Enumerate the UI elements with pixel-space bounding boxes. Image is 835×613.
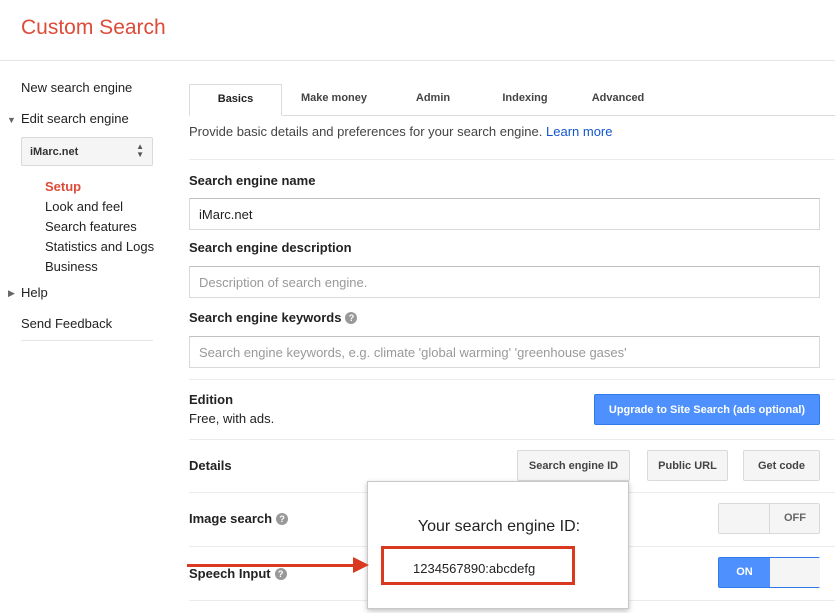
collapsed-triangle-icon[interactable]: ▶ [8,288,15,299]
search-engine-description-label: Search engine description [189,240,352,255]
tab-indexing[interactable]: Indexing [487,84,563,116]
sidebar-item-statistics[interactable]: Statistics and Logs [45,239,154,254]
sidebar-item-look-and-feel[interactable]: Look and feel [45,199,123,214]
edition-divider [189,439,835,440]
header-divider [0,60,835,61]
sidebar-item-setup[interactable]: Setup [45,179,81,194]
details-label: Details [189,458,232,473]
help-icon[interactable]: ? [276,513,289,525]
search-engine-keywords-input[interactable] [189,336,820,368]
learn-more-link[interactable]: Learn more [546,124,612,139]
search-engine-keywords-label: Search engine keywords [189,310,342,325]
search-engine-id-button[interactable]: Search engine ID [517,450,630,481]
expanded-triangle-icon[interactable]: ▼ [7,115,16,125]
sidebar-divider [21,340,153,341]
search-engine-keywords-heading: Search engine keywords? [189,310,358,325]
image-search-label: Image search [189,511,273,526]
toggle-state-label: ON [719,558,770,587]
send-feedback-link[interactable]: Send Feedback [21,316,112,331]
image-search-heading: Image search? [189,511,289,526]
help-link[interactable]: Help [21,285,48,300]
help-icon[interactable]: ? [345,312,358,324]
app-title: Custom Search [21,16,166,39]
tab-basics[interactable]: Basics [189,84,282,116]
tab-make-money[interactable]: Make money [288,84,380,116]
highlight-box [381,546,575,585]
image-search-toggle[interactable]: OFF [718,503,820,534]
site-select[interactable]: iMarc.net ▲ ▼ [21,137,153,166]
sidebar-item-business[interactable]: Business [45,259,98,274]
edit-search-engine-link[interactable]: Edit search engine [21,111,129,126]
tab-advanced[interactable]: Advanced [581,84,655,116]
intro-divider [189,159,835,160]
search-engine-description-input[interactable] [189,266,820,298]
new-search-engine-link[interactable]: New search engine [21,80,132,95]
edition-value: Free, with ads. [189,411,275,426]
toggle-knob [719,504,770,533]
chevron-updown-icon: ▲ ▼ [136,142,144,159]
toggle-state-label: OFF [784,512,806,524]
tab-admin[interactable]: Admin [398,84,468,116]
help-icon[interactable]: ? [274,568,287,580]
get-code-button[interactable]: Get code [743,450,820,481]
upgrade-button[interactable]: Upgrade to Site Search (ads optional) [594,394,820,425]
search-engine-id-popup: Your search engine ID: 1234567890:abcdef… [367,481,629,609]
speech-input-label: Speech Input [189,566,271,581]
site-select-value: iMarc.net [30,146,79,158]
popup-title: Your search engine ID: [417,518,581,535]
sidebar-item-search-features[interactable]: Search features [45,219,137,234]
edition-label: Edition [189,392,234,407]
speech-input-heading: Speech Input? [189,566,287,581]
keywords-divider [189,379,835,380]
toggle-knob [770,558,820,587]
search-engine-name-label: Search engine name [189,173,316,188]
public-url-button[interactable]: Public URL [647,450,728,481]
annotation-arrow-icon [353,557,369,573]
intro-text: Provide basic details and preferences fo… [189,124,612,139]
search-engine-name-input[interactable] [189,198,820,230]
annotation-arrow-line [187,564,357,567]
intro-description: Provide basic details and preferences fo… [189,124,543,139]
speech-input-toggle[interactable]: ON [718,557,820,588]
